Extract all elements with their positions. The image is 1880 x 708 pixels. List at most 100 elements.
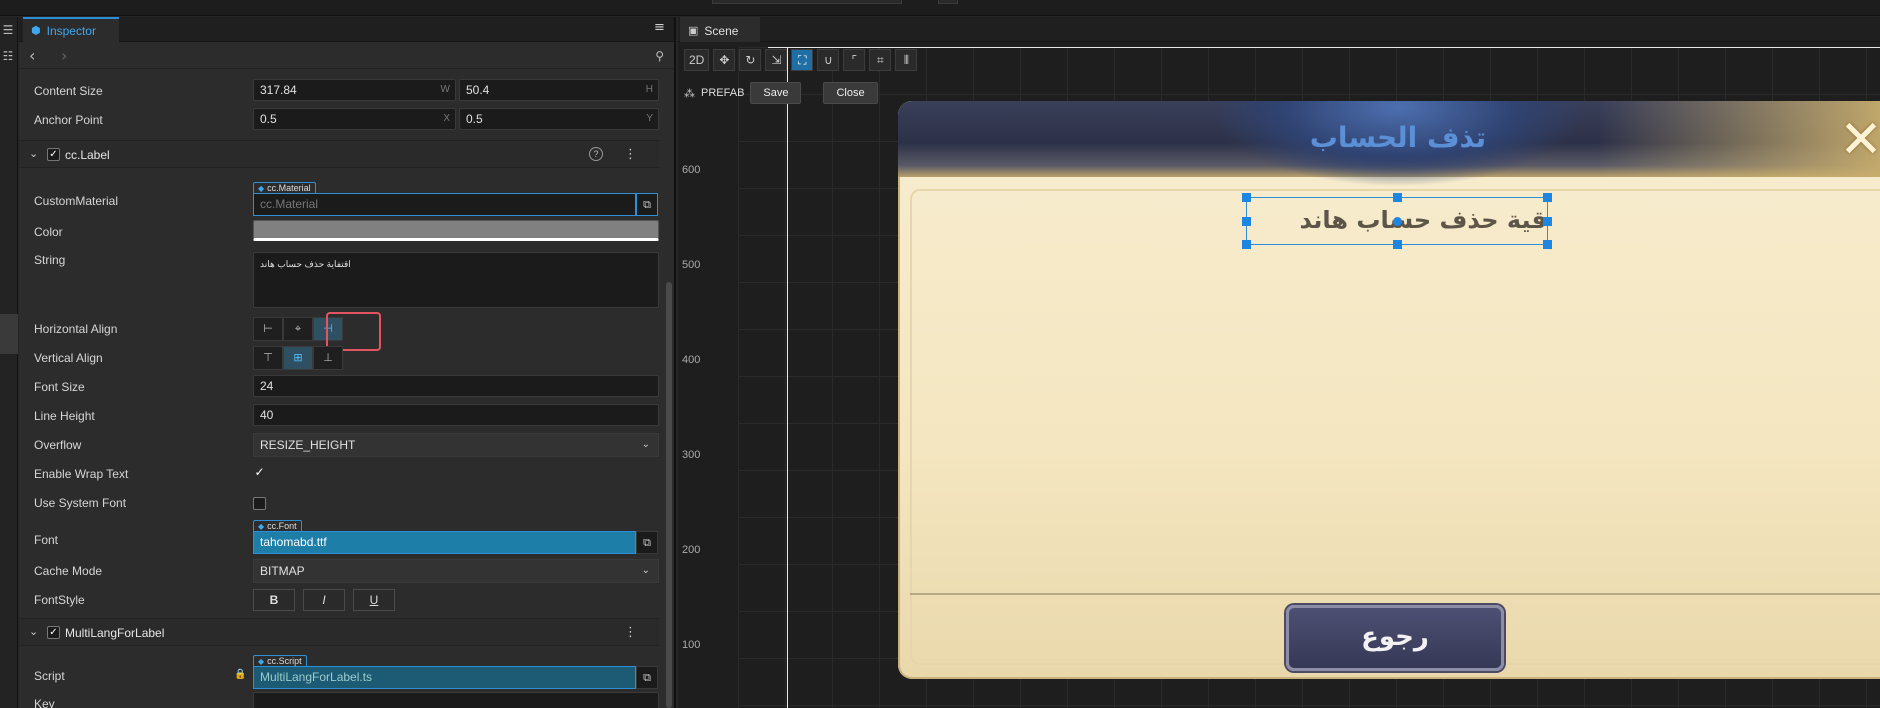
panel-menu-icon[interactable]: ≡ bbox=[654, 21, 668, 34]
resize-handle[interactable] bbox=[1242, 217, 1251, 226]
pin-icon[interactable]: ⚲ bbox=[655, 49, 664, 63]
tab-scene-label: Scene bbox=[704, 23, 739, 38]
ruler-tick: 600 bbox=[682, 164, 701, 176]
mode-2d-button[interactable]: 2D bbox=[684, 49, 710, 71]
snap-tool-icon[interactable]: ∪ bbox=[817, 49, 840, 71]
align-tool-icon[interactable]: ⫴ bbox=[895, 49, 918, 71]
resize-handle[interactable] bbox=[1393, 240, 1402, 249]
back-arrow-icon[interactable]: ‹ bbox=[29, 48, 35, 64]
align-top-button[interactable]: ⊤ bbox=[253, 346, 283, 370]
italic-button[interactable]: I bbox=[303, 589, 345, 611]
resize-handle[interactable] bbox=[1543, 217, 1552, 226]
anchor-point-row: Anchor Point 0.5 X 0.5 Y bbox=[19, 108, 659, 132]
rect-tool-icon[interactable]: ⛶ bbox=[791, 49, 814, 71]
multilang-component-title: MultiLangForLabel bbox=[65, 626, 165, 640]
selected-label-node[interactable]: قية حذف حساب هاند bbox=[1242, 193, 1552, 249]
script-field[interactable]: MultiLangForLabel.ts bbox=[253, 666, 636, 689]
key-label: Key bbox=[34, 697, 55, 708]
align-middle-button[interactable]: ⊞ bbox=[283, 346, 313, 370]
content-size-label: Content Size bbox=[34, 84, 103, 98]
bold-button[interactable]: B bbox=[253, 589, 295, 611]
menu-icon[interactable]: ☰ bbox=[1, 23, 15, 37]
overflow-select[interactable]: RESIZE_HEIGHT ⌄ bbox=[253, 433, 659, 457]
multilang-component-header[interactable]: ⌄ ✓ MultiLangForLabel ⋮ bbox=[19, 618, 659, 646]
cache-mode-select[interactable]: BITMAP ⌄ bbox=[253, 559, 659, 583]
anchor-x-input[interactable]: 0.5 X bbox=[253, 108, 456, 130]
x-suffix: X bbox=[443, 113, 450, 124]
pivot-tool-icon[interactable]: ⌜ bbox=[843, 49, 866, 71]
prefab-save-button[interactable]: Save bbox=[750, 82, 802, 104]
custom-material-row: CustomMaterial ◆ cc.Material cc.Material … bbox=[19, 182, 659, 218]
content-size-height-input[interactable]: 50.4 H bbox=[459, 79, 659, 101]
tab-inspector[interactable]: ⬢ Inspector bbox=[23, 17, 119, 42]
dialog-preview[interactable]: تذف الحساب ✕ قية حذف حساب هاند رجوع bbox=[898, 101, 1880, 679]
help-icon[interactable]: ? bbox=[589, 147, 603, 161]
resize-handle[interactable] bbox=[1242, 240, 1251, 249]
chevron-down-icon[interactable]: ⌄ bbox=[29, 147, 38, 160]
anchor-handle[interactable] bbox=[1393, 217, 1402, 226]
enable-wrap-text-row: Enable Wrap Text ✓ bbox=[19, 462, 659, 486]
inspector-icon: ⬢ bbox=[31, 24, 41, 37]
use-system-font-row: Use System Font bbox=[19, 491, 659, 515]
key-input[interactable] bbox=[253, 692, 659, 708]
label-component-header[interactable]: ⌄ ✓ cc.Label ? ⋮ bbox=[19, 140, 659, 168]
list-icon[interactable]: ☷ bbox=[1, 49, 15, 63]
vertical-align-label: Vertical Align bbox=[34, 351, 103, 365]
space-tool-icon[interactable]: ⌗ bbox=[869, 49, 892, 71]
prefab-icon: ⁂ bbox=[684, 86, 695, 100]
tab-scene[interactable]: ▣ Scene bbox=[680, 17, 760, 42]
anchor-y-input[interactable]: 0.5 Y bbox=[459, 108, 659, 130]
use-system-font-label: Use System Font bbox=[34, 496, 127, 510]
color-swatch[interactable] bbox=[253, 220, 659, 241]
label-enabled-checkbox[interactable]: ✓ bbox=[47, 148, 60, 161]
inspector-panel: ⬢ Inspector ≡ ‹ › ⚲ Content Size 317.84 … bbox=[19, 17, 676, 708]
rotate-tool-icon[interactable]: ↻ bbox=[739, 49, 762, 71]
chevron-down-icon: ⌄ bbox=[641, 439, 650, 450]
string-value: اقتفاية حذف حساب هاند bbox=[260, 259, 351, 269]
enable-wrap-text-checkbox[interactable]: ✓ bbox=[253, 466, 266, 480]
resize-handle[interactable] bbox=[1393, 193, 1402, 202]
align-bottom-button[interactable]: ⊥ bbox=[313, 346, 343, 370]
more-options-icon[interactable]: ⋮ bbox=[624, 625, 637, 640]
asset-diamond-icon: ◆ bbox=[258, 657, 265, 666]
font-field[interactable]: tahomabd.ttf bbox=[253, 531, 636, 554]
line-height-input[interactable]: 40 bbox=[253, 404, 659, 426]
forward-arrow-icon[interactable]: › bbox=[61, 48, 67, 64]
top-bar-segment[interactable] bbox=[712, 0, 902, 4]
overflow-value: RESIZE_HEIGHT bbox=[260, 438, 356, 452]
more-options-icon[interactable]: ⋮ bbox=[624, 147, 637, 162]
content-size-row: Content Size 317.84 W 50.4 H bbox=[19, 79, 659, 103]
resize-handle[interactable] bbox=[1543, 240, 1552, 249]
vertical-align-group: ⊤ ⊞ ⊥ bbox=[253, 346, 343, 370]
inspector-scrollbar[interactable] bbox=[666, 282, 672, 708]
scene-toolbar: 2D ✥ ↻ ⇲ ⛶ ∪ ⌜ ⌗ ⫴ bbox=[684, 49, 918, 73]
top-bar-segment[interactable] bbox=[938, 0, 958, 4]
chevron-down-icon[interactable]: ⌄ bbox=[29, 625, 38, 638]
ruler-tick: 200 bbox=[682, 544, 701, 556]
custom-material-field[interactable]: cc.Material bbox=[253, 193, 636, 216]
prefab-close-button[interactable]: Close bbox=[823, 82, 878, 104]
asset-picker-button[interactable]: ⧉ bbox=[636, 193, 658, 216]
script-tag-label: cc.Script bbox=[267, 656, 302, 666]
font-size-input[interactable]: 24 bbox=[253, 375, 659, 397]
content-size-width-input[interactable]: 317.84 W bbox=[253, 79, 456, 101]
font-size-value: 24 bbox=[260, 379, 274, 393]
underline-button[interactable]: U bbox=[353, 589, 395, 611]
use-system-font-checkbox[interactable] bbox=[253, 497, 266, 510]
back-button[interactable]: رجوع bbox=[1286, 605, 1504, 671]
string-label: String bbox=[34, 253, 66, 267]
asset-picker-button[interactable]: ⧉ bbox=[636, 666, 658, 689]
align-center-button[interactable]: ⌖ bbox=[283, 317, 313, 341]
resize-handle[interactable] bbox=[1242, 193, 1251, 202]
font-size-label: Font Size bbox=[34, 380, 85, 394]
scale-tool-icon[interactable]: ⇲ bbox=[765, 49, 788, 71]
multilang-enabled-checkbox[interactable]: ✓ bbox=[47, 626, 60, 639]
asset-picker-button[interactable]: ⧉ bbox=[636, 531, 658, 554]
close-icon[interactable]: ✕ bbox=[1836, 114, 1880, 166]
align-left-button[interactable]: ⊢ bbox=[253, 317, 283, 341]
custom-material-label: CustomMaterial bbox=[34, 194, 119, 208]
move-tool-icon[interactable]: ✥ bbox=[713, 49, 736, 71]
material-tag-label: cc.Material bbox=[267, 183, 311, 193]
string-textarea[interactable]: اقتفاية حذف حساب هاند bbox=[253, 252, 659, 308]
resize-handle[interactable] bbox=[1543, 193, 1552, 202]
